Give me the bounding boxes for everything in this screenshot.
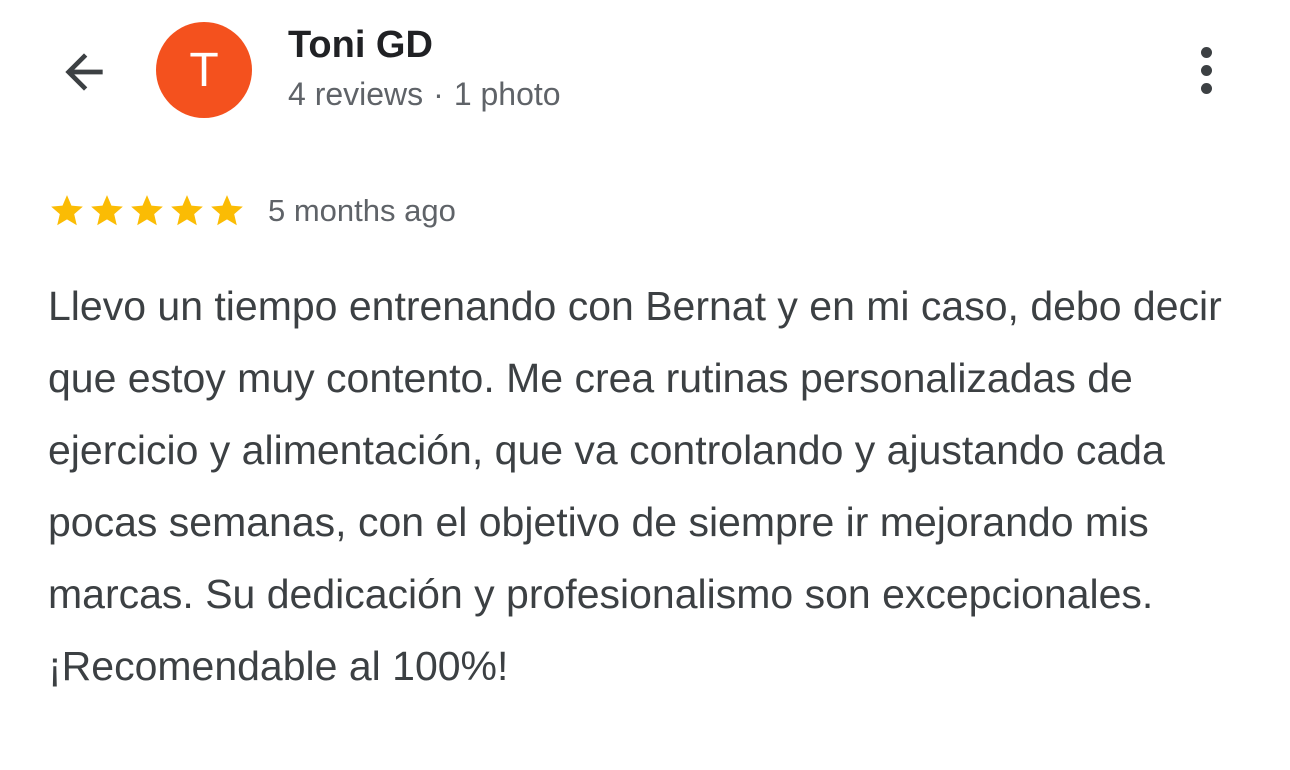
star-icon [131, 195, 163, 226]
star-icon [211, 195, 243, 226]
star-icon [91, 195, 123, 226]
avatar[interactable]: T [156, 22, 252, 118]
meta-separator: · [433, 76, 444, 112]
more-vert-icon [1200, 46, 1212, 94]
avatar-initial: T [189, 43, 219, 97]
review-time: 5 months ago [268, 193, 456, 228]
star-icon [171, 195, 203, 226]
arrow-back-icon [65, 53, 103, 91]
star-icon [51, 195, 83, 226]
more-options-button[interactable] [1180, 36, 1232, 104]
back-button[interactable] [48, 36, 120, 108]
photos-count: 1 photo [453, 76, 561, 112]
rating-row: 5 months ago [48, 186, 456, 236]
star-rating [48, 192, 246, 230]
reviews-count: 4 reviews [288, 76, 424, 112]
reviewer-name[interactable]: Toni GD [288, 22, 433, 68]
review-text: Llevo un tiempo entrenando con Bernat y … [48, 283, 1222, 689]
reviewer-meta: 4 reviews · 1 photo [288, 74, 561, 114]
